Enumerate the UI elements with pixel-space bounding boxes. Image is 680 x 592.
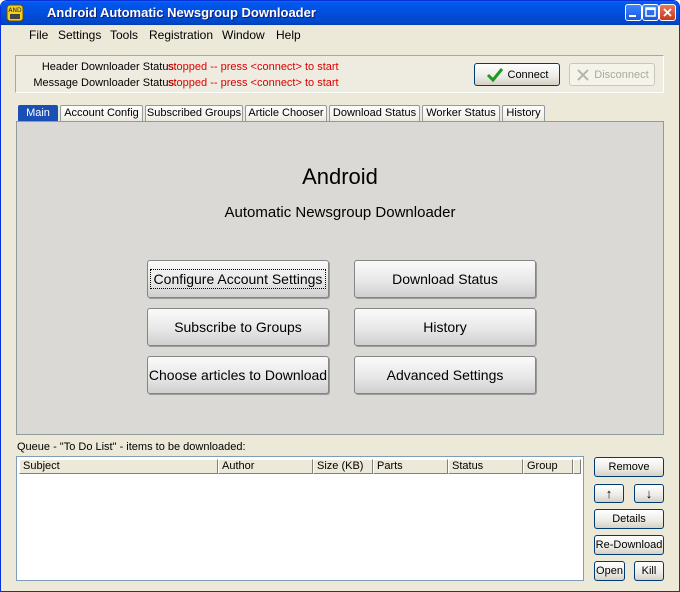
menu-window[interactable]: Window (222, 28, 265, 42)
configure-account-button[interactable]: Configure Account Settings (147, 260, 329, 298)
status-panel: Header Downloader Status: stopped -- pre… (15, 55, 664, 93)
open-button[interactable]: Open (594, 561, 625, 581)
details-button[interactable]: Details (594, 509, 664, 529)
column-header-subject[interactable]: Subject (19, 459, 218, 474)
menu-tools[interactable]: Tools (110, 28, 138, 42)
title-bar[interactable]: AND Android Automatic Newsgroup Download… (1, 1, 679, 25)
window-title: Android Automatic Newsgroup Downloader (47, 5, 316, 20)
tab-main[interactable]: Main (18, 105, 58, 121)
tab-account-config[interactable]: Account Config (60, 105, 143, 121)
advanced-settings-button[interactable]: Advanced Settings (354, 356, 536, 394)
close-icon (663, 8, 672, 17)
move-up-button[interactable]: ↑ (594, 484, 624, 503)
tab-subscribed-groups[interactable]: Subscribed Groups (145, 105, 243, 121)
menu-registration[interactable]: Registration (149, 28, 213, 42)
tab-article-chooser[interactable]: Article Chooser (245, 105, 327, 121)
remove-button[interactable]: Remove (594, 457, 664, 477)
download-status-button[interactable]: Download Status (354, 260, 536, 298)
svg-text:AND: AND (8, 7, 22, 14)
queue-list[interactable]: Subject Author Size (KB) Parts Status Gr… (16, 456, 584, 581)
disconnect-button[interactable]: Disconnect (569, 63, 655, 86)
minimize-icon (629, 15, 636, 17)
header-status-value: stopped -- press <connect> to start (168, 61, 339, 73)
column-header-parts[interactable]: Parts (373, 459, 448, 474)
maximize-icon (645, 7, 656, 17)
choose-articles-button[interactable]: Choose articles to Download (147, 356, 329, 394)
menu-settings[interactable]: Settings (58, 28, 101, 42)
column-header-status[interactable]: Status (448, 459, 523, 474)
maximize-button[interactable] (642, 4, 659, 21)
subscribe-groups-button[interactable]: Subscribe to Groups (147, 308, 329, 346)
header-status-label: Header Downloader Status: (41, 61, 177, 73)
tab-worker-status[interactable]: Worker Status (422, 105, 500, 121)
menu-bar: File Settings Tools Registration Window … (1, 25, 679, 45)
arrow-down-icon: ↓ (645, 486, 653, 501)
kill-button[interactable]: Kill (634, 561, 664, 581)
app-logo-icon[interactable]: AND (6, 4, 24, 22)
checkmark-icon (486, 67, 503, 82)
column-header-group[interactable]: Group (523, 459, 573, 474)
queue-label: Queue - "To Do List" - items to be downl… (17, 441, 246, 453)
menu-help[interactable]: Help (276, 28, 301, 42)
app-window: AND Android Automatic Newsgroup Download… (0, 0, 680, 592)
column-header-size[interactable]: Size (KB) (313, 459, 373, 474)
close-button[interactable] (659, 4, 676, 21)
column-header-author[interactable]: Author (218, 459, 313, 474)
tab-download-status[interactable]: Download Status (329, 105, 420, 121)
history-button[interactable]: History (354, 308, 536, 346)
connect-label: Connect (507, 68, 549, 81)
main-panel: Android Automatic Newsgroup Downloader C… (16, 121, 664, 435)
menu-file[interactable]: File (29, 28, 48, 42)
column-header-extra[interactable] (573, 459, 581, 474)
connect-button[interactable]: Connect (474, 63, 560, 86)
tab-history[interactable]: History (502, 105, 545, 121)
message-status-value: stopped -- press <connect> to start (168, 77, 339, 89)
move-down-button[interactable]: ↓ (634, 484, 664, 503)
arrow-up-icon: ↑ (605, 486, 613, 501)
app-name-heading: Android (302, 164, 378, 189)
configure-account-label: Configure Account Settings (149, 269, 327, 289)
message-status-label: Message Downloader Status: (33, 77, 177, 89)
app-subtitle: Automatic Newsgroup Downloader (224, 204, 456, 221)
disconnect-x-icon (577, 68, 589, 81)
redownload-button[interactable]: Re-Download (594, 535, 664, 555)
minimize-button[interactable] (625, 4, 642, 21)
disconnect-label: Disconnect (594, 68, 649, 81)
